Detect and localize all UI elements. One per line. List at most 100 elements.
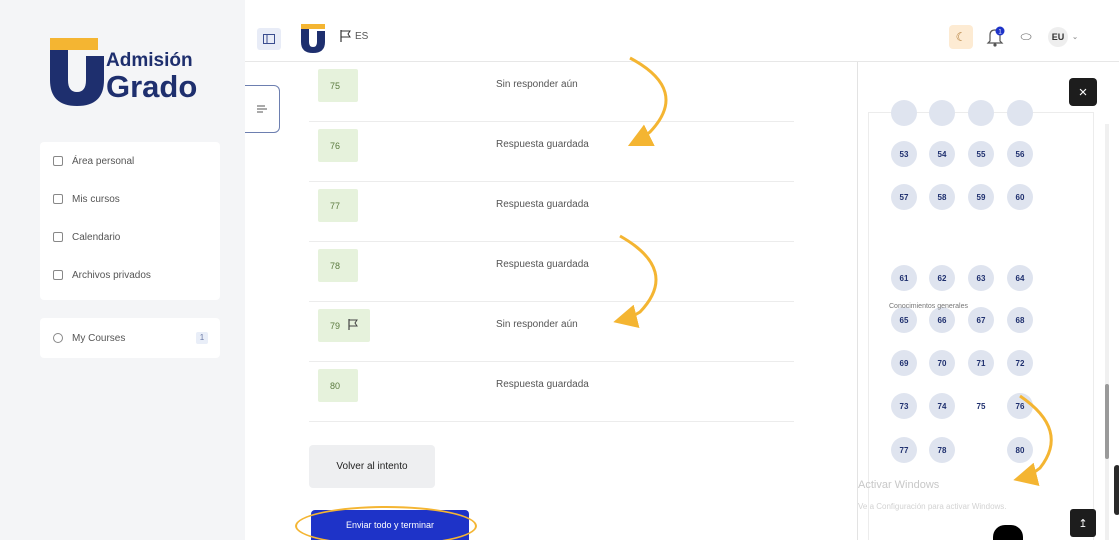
arrow-up-icon: ↥ — [1078, 517, 1088, 530]
brand-logo-mark — [50, 38, 104, 106]
quiz-nav-button[interactable]: 53 — [891, 141, 917, 167]
question-number: 77 — [330, 200, 341, 211]
question-status: Sin responder aún — [496, 319, 578, 330]
quiz-nav-button[interactable]: 54 — [929, 141, 955, 167]
folder-icon — [53, 270, 63, 280]
quiz-nav-button[interactable]: 80 — [1007, 437, 1033, 463]
dashboard-icon — [53, 156, 63, 166]
question-number: 78 — [330, 260, 341, 271]
brand-logo[interactable]: Admisión Grado — [48, 30, 208, 110]
quiz-nav-button[interactable]: 77 — [891, 437, 917, 463]
messages-button[interactable]: ⬭ — [1015, 25, 1037, 49]
question-number-link[interactable]: 75 — [318, 69, 358, 102]
quiz-nav-button[interactable] — [1007, 100, 1033, 126]
sidebar-item-label: Mis cursos — [72, 193, 120, 205]
courses-icon — [53, 333, 63, 343]
primary-nav: Área personal Mis cursos Calendario Arch… — [40, 142, 220, 300]
windows-activation-title: Activar Windows — [858, 479, 940, 491]
quiz-nav-button[interactable]: 78 — [929, 437, 955, 463]
quiz-nav-button[interactable]: 59 — [968, 184, 994, 210]
course-index-toggle[interactable] — [245, 85, 280, 133]
quiz-nav-button[interactable] — [968, 100, 994, 126]
quiz-nav-button[interactable]: 67 — [968, 307, 994, 333]
avatar: EU — [1048, 27, 1069, 47]
windows-activation-subtitle: Ve a Configuración para activar Windows. — [858, 502, 1007, 511]
page-scrollbar-thumb[interactable] — [1114, 465, 1119, 515]
courses-count-badge: 1 — [196, 332, 208, 344]
quiz-nav-button[interactable]: 61 — [891, 265, 917, 291]
quiz-nav-button[interactable]: 69 — [891, 350, 917, 376]
flag-icon — [348, 319, 358, 332]
sidebar-item-mis-cursos[interactable]: Mis cursos — [40, 180, 220, 218]
flag-icon — [340, 30, 351, 42]
drawer-scrollbar-thumb[interactable] — [1105, 384, 1109, 459]
sidebar-item-archivos-privados[interactable]: Archivos privados — [40, 256, 220, 294]
top-navbar: ES ☾ 1 ⬭ EU ⌄ — [245, 0, 1119, 62]
bell-icon: 1 — [986, 26, 1005, 47]
scroll-to-top-button[interactable]: ↥ — [1070, 509, 1096, 537]
quiz-nav-button[interactable]: 75 — [968, 393, 994, 419]
sidebar-item-label: My Courses — [72, 332, 126, 344]
moon-icon: ☾ — [955, 30, 967, 44]
quiz-nav-button[interactable]: 74 — [929, 393, 955, 419]
chevron-down-icon: ⌄ — [1072, 34, 1078, 41]
sidebar-item-my-courses[interactable]: My Courses 1 — [40, 318, 220, 358]
quiz-nav-button[interactable]: 63 — [968, 265, 994, 291]
quiz-nav-button[interactable]: 66 — [929, 307, 955, 333]
sidebar-item-area-personal[interactable]: Área personal — [40, 142, 220, 180]
sidebar-item-label: Calendario — [72, 231, 121, 243]
quiz-nav-button[interactable]: 64 — [1007, 265, 1033, 291]
quiz-nav-button[interactable]: 58 — [929, 184, 955, 210]
user-initials: EU — [1051, 32, 1065, 42]
quiz-navigation-panel: 53 54 55 56 57 58 59 60 61 62 63 64 65 66 67 68 69 70 71 72… — [868, 100, 1094, 540]
question-number-link[interactable]: 78 — [318, 249, 358, 282]
question-number: 79 — [330, 320, 341, 331]
quiz-nav-button[interactable]: 65 — [891, 307, 917, 333]
quiz-nav-button[interactable] — [929, 100, 955, 126]
quiz-nav-button[interactable]: 71 — [968, 350, 994, 376]
chat-icon: ⬭ — [1020, 29, 1032, 44]
language-selector[interactable]: ES — [340, 30, 368, 42]
quiz-nav-button[interactable]: 57 — [891, 184, 917, 210]
sidebar-item-label: Área personal — [72, 155, 135, 167]
quiz-nav-button[interactable]: 60 — [1007, 184, 1033, 210]
return-to-attempt-button[interactable]: Volver al intento — [309, 445, 435, 488]
submit-all-and-finish-button[interactable]: Enviar todo y terminar — [311, 510, 469, 540]
user-menu[interactable]: EU ⌄ — [1045, 25, 1081, 49]
quiz-nav-button[interactable]: 62 — [929, 265, 955, 291]
question-row: 78 Respuesta guardada — [309, 242, 794, 302]
brand-mini-logo[interactable] — [299, 23, 329, 53]
close-drawer-button[interactable]: × — [1069, 78, 1097, 106]
quiz-navigation-drawer: × 53 54 55 56 57 58 59 60 61 62 63 64 65 66 67 68 69 70 71… — [857, 62, 1119, 540]
sidebar-toggle-button[interactable] — [257, 28, 281, 50]
quiz-nav-button[interactable]: 68 — [1007, 307, 1033, 333]
question-number-link[interactable]: 80 — [318, 369, 358, 402]
quiz-nav-button[interactable]: 73 — [891, 393, 917, 419]
drawer-scrollbar-track[interactable] — [1105, 124, 1109, 540]
question-status: Respuesta guardada — [496, 379, 589, 390]
notifications-button[interactable]: 1 — [985, 25, 1007, 49]
quiz-nav-button[interactable]: 55 — [968, 141, 994, 167]
sidebar-item-calendario[interactable]: Calendario — [40, 218, 220, 256]
dark-mode-toggle[interactable]: ☾ — [949, 25, 973, 49]
question-number: 76 — [330, 140, 341, 151]
language-label: ES — [355, 30, 369, 42]
left-sidebar: Admisión Grado Área personal Mis cursos … — [0, 0, 245, 540]
quiz-nav-button[interactable]: 76 — [1007, 393, 1033, 419]
quiz-nav-button[interactable]: 72 — [1007, 350, 1033, 376]
question-number-link[interactable]: 79 — [318, 309, 371, 342]
quiz-summary-main: 75 Sin responder aún 76 Respuesta guardada 7… — [245, 62, 857, 540]
question-number-link[interactable]: 76 — [318, 129, 358, 162]
question-status: Respuesta guardada — [496, 259, 589, 270]
sidebar-toggle-icon — [263, 34, 275, 44]
book-icon — [53, 194, 63, 204]
question-row: 79 Sin responder aún — [309, 302, 794, 362]
cursor-highlight — [993, 525, 1023, 540]
question-status: Respuesta guardada — [496, 199, 589, 210]
quiz-nav-button[interactable] — [891, 100, 917, 126]
question-row: 75 Sin responder aún — [309, 62, 794, 122]
quiz-nav-button[interactable]: 70 — [929, 350, 955, 376]
question-number-link[interactable]: 77 — [318, 189, 358, 222]
quiz-nav-button[interactable]: 56 — [1007, 141, 1033, 167]
question-number: 75 — [330, 80, 341, 91]
